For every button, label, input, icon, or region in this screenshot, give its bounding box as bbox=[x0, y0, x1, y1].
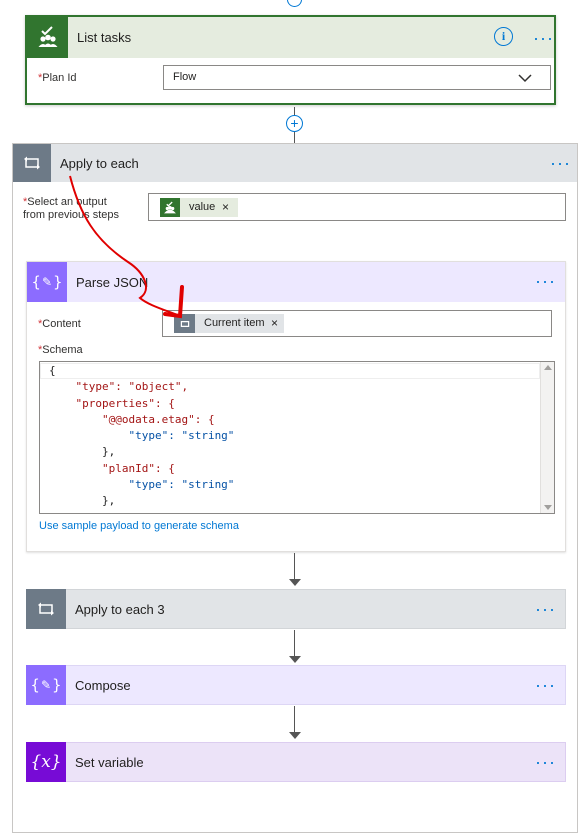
annotation-arrow bbox=[69, 175, 184, 319]
